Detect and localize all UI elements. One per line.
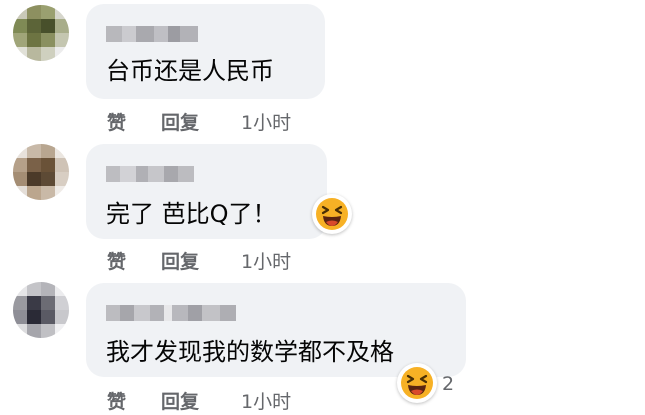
comment-actions: 赞 回复 1小时 — [107, 245, 291, 275]
comment-text: 完了 芭比Q了！ — [106, 200, 277, 228]
timestamp[interactable]: 1小时 — [241, 247, 291, 274]
comment-bubble: 完了 芭比Q了！ — [86, 144, 327, 239]
author-name-blurred[interactable] — [106, 166, 194, 182]
like-button[interactable]: 赞 — [107, 247, 161, 274]
reaction-count[interactable]: 2 — [442, 372, 454, 396]
author-name-blurred[interactable] — [106, 26, 198, 42]
comment-2: 完了 芭比Q了！ 赞 回复 1小时 — [0, 138, 645, 276]
comment-3: 我才发现我的数学都不及格 2 赞 回复 1小时 — [0, 276, 645, 415]
reply-button[interactable]: 回复 — [161, 247, 241, 274]
avatar[interactable] — [13, 144, 69, 200]
timestamp[interactable]: 1小时 — [241, 387, 291, 414]
comment-bubble: 我才发现我的数学都不及格 — [86, 283, 466, 377]
timestamp[interactable]: 1小时 — [241, 108, 291, 135]
comment-actions: 赞 回复 1小时 — [107, 385, 291, 415]
author-name-blurred[interactable] — [106, 305, 236, 321]
like-button[interactable]: 赞 — [107, 108, 161, 135]
comment-bubble: 台币还是人民币 — [86, 4, 325, 99]
reply-button[interactable]: 回复 — [161, 108, 241, 135]
laughing-emoji-icon[interactable] — [312, 194, 352, 234]
comment-1: 台币还是人民币 赞 回复 1小时 — [0, 0, 645, 138]
laughing-emoji-icon[interactable] — [397, 363, 437, 403]
like-button[interactable]: 赞 — [107, 387, 161, 414]
comment-actions: 赞 回复 1小时 — [107, 106, 291, 136]
avatar[interactable] — [13, 282, 69, 338]
reply-button[interactable]: 回复 — [161, 387, 241, 414]
comment-text: 台币还是人民币 — [106, 57, 274, 85]
comment-text: 我才发现我的数学都不及格 — [106, 338, 394, 366]
avatar[interactable] — [13, 5, 69, 61]
